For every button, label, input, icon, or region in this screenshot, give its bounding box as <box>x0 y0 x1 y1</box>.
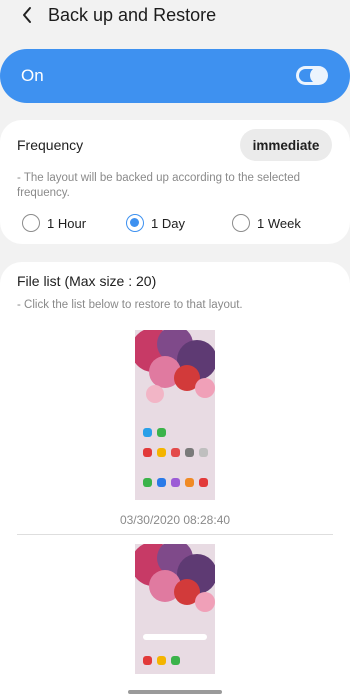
backup-restore-screen: Back up and Restore On Frequency immedia… <box>0 0 350 700</box>
frequency-description: - The layout will be backed up according… <box>17 172 300 199</box>
radio-button[interactable] <box>22 214 40 232</box>
radio-option-1-day[interactable]: 1 Day <box>126 212 185 234</box>
back-button[interactable] <box>14 3 40 27</box>
list-divider <box>17 534 333 535</box>
radio-button[interactable] <box>232 214 250 232</box>
file-list-description: - Click the list below to restore to tha… <box>17 299 243 311</box>
master-switch-bar[interactable]: On <box>0 49 350 103</box>
wallpaper-preview <box>135 544 215 674</box>
app-header: Back up and Restore <box>0 0 350 34</box>
chevron-left-icon <box>23 7 31 23</box>
frequency-radio-group: 1 Hour 1 Day 1 Week <box>0 212 350 234</box>
layout-thumbnail[interactable] <box>135 330 215 500</box>
frequency-label: Frequency <box>17 137 84 153</box>
radio-label: 1 Week <box>257 215 301 231</box>
radio-button-selected[interactable] <box>126 214 144 232</box>
frequency-value-button[interactable]: immediate <box>240 129 332 161</box>
layout-thumbnail[interactable] <box>135 544 215 674</box>
page-title: Back up and Restore <box>48 5 217 25</box>
file-list-card: File list (Max size : 20) - Click the li… <box>0 262 350 700</box>
file-list-title: File list (Max size : 20) <box>17 273 157 289</box>
home-indicator[interactable] <box>128 690 222 694</box>
radio-label: 1 Hour <box>47 215 87 231</box>
toggle-knob <box>310 67 327 84</box>
master-toggle-switch[interactable] <box>296 66 328 85</box>
radio-option-1-week[interactable]: 1 Week <box>232 212 301 234</box>
radio-label: 1 Day <box>151 215 185 231</box>
radio-option-1-hour[interactable]: 1 Hour <box>22 212 86 234</box>
frequency-card: Frequency immediate - The layout will be… <box>0 120 350 244</box>
wallpaper-preview <box>135 330 215 500</box>
master-switch-label: On <box>21 66 44 85</box>
backup-timestamp: 03/30/2020 08:28:40 <box>119 513 231 527</box>
